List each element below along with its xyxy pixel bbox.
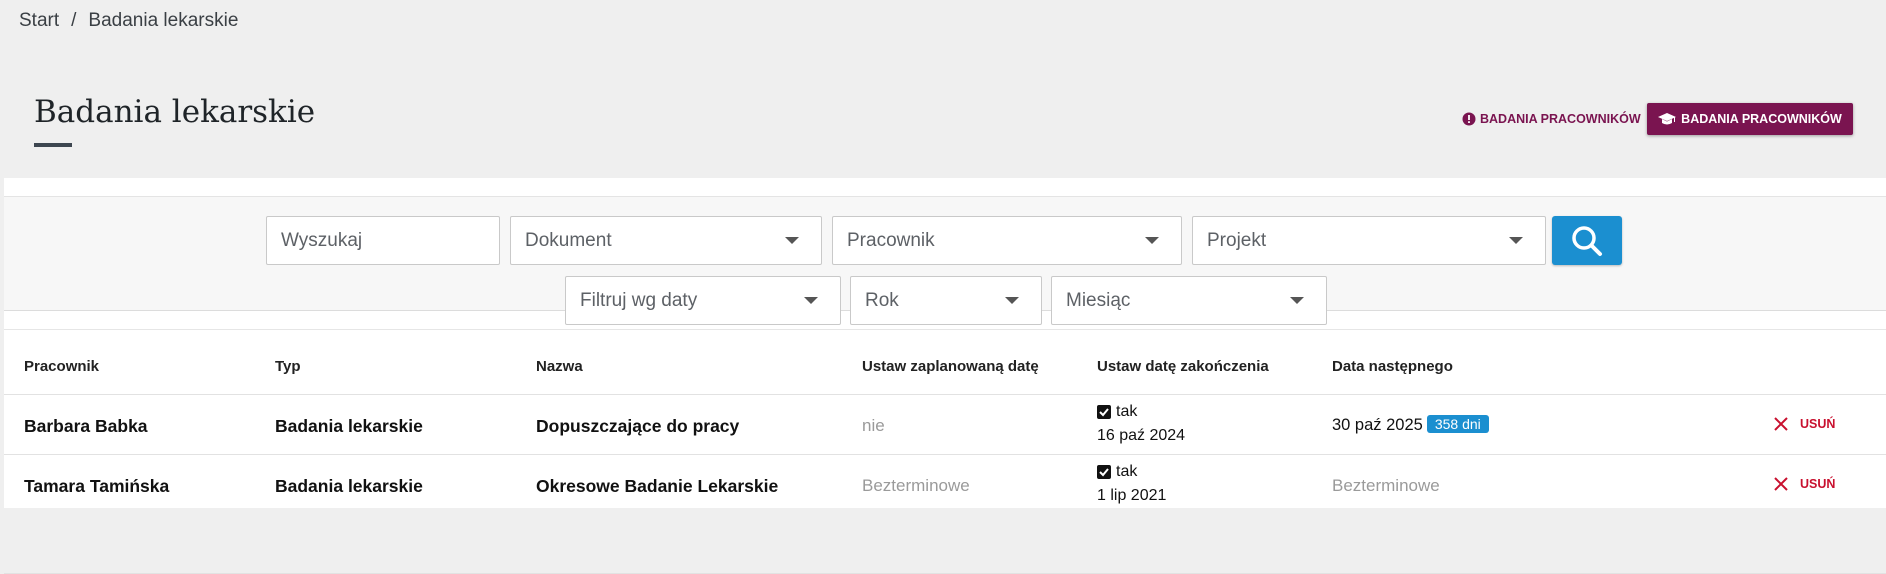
delete-button[interactable]: USUŃ <box>1774 477 1835 491</box>
row-name: Okresowe Badanie Lekarskie <box>536 476 779 496</box>
row-planned[interactable]: Bezterminowe <box>862 476 970 496</box>
page-title: Badania lekarskie <box>34 94 316 130</box>
chevron-down-icon <box>1145 237 1159 244</box>
breadcrumb: Start / Badania lekarskie <box>19 10 238 32</box>
exclamation-circle-icon <box>1462 112 1476 126</box>
row-type: Badania lekarskie <box>275 416 423 436</box>
employee-exams-link-label: BADANIA PRACOWNIKÓW <box>1480 112 1641 126</box>
divider <box>4 329 1886 330</box>
content-panel: Wyszukaj Dokument Pracownik Projekt Filt… <box>4 178 1886 574</box>
employee-exams-link[interactable]: BADANIA PRACOWNIKÓW <box>1462 112 1641 126</box>
chevron-down-icon <box>1509 237 1523 244</box>
employee-select[interactable]: Pracownik <box>832 216 1182 265</box>
row-next: Bezterminowe <box>1332 476 1440 495</box>
search-input[interactable]: Wyszukaj <box>266 216 500 265</box>
month-select[interactable]: Miesiąc <box>1051 276 1327 325</box>
date-filter-select[interactable]: Filtruj wg daty <box>565 276 841 325</box>
breadcrumb-current: Badania lekarskie <box>88 10 239 31</box>
chevron-down-icon <box>804 297 818 304</box>
employee-select-value: Pracownik <box>847 229 935 251</box>
row-completed-date: 16 paź 2024 <box>1097 427 1186 444</box>
days-badge: 358 dni <box>1426 415 1489 433</box>
employee-exams-button[interactable]: BADANIA PRACOWNIKÓW <box>1647 103 1853 135</box>
delete-button[interactable]: USUŃ <box>1774 417 1835 431</box>
row-planned[interactable]: nie <box>862 416 885 436</box>
header-planned[interactable]: Ustaw zaplanowaną datę <box>862 358 1039 375</box>
search-icon <box>1572 225 1602 256</box>
employee-exams-button-label: BADANIA PRACOWNIKÓW <box>1681 112 1842 126</box>
row-employee: Tamara Tamińska <box>24 476 170 496</box>
header-name[interactable]: Nazwa <box>536 358 583 375</box>
checkbox-checked-icon <box>1097 465 1111 479</box>
checkbox-checked-icon <box>1097 405 1111 419</box>
filter-bar: Wyszukaj Dokument Pracownik Projekt Filt… <box>4 196 1886 325</box>
delete-button-label: USUŃ <box>1800 417 1836 431</box>
header-type[interactable]: Typ <box>275 358 301 375</box>
row-employee: Barbara Babka <box>24 416 148 436</box>
search-button[interactable] <box>1552 216 1622 265</box>
breadcrumb-home[interactable]: Start <box>19 10 59 31</box>
header-next[interactable]: Data następnego <box>1332 358 1453 375</box>
project-select[interactable]: Projekt <box>1192 216 1546 265</box>
chevron-down-icon <box>1290 297 1304 304</box>
document-select[interactable]: Dokument <box>510 216 822 265</box>
row-completed-date: 1 lip 2021 <box>1097 487 1167 504</box>
year-select-value: Rok <box>865 289 899 311</box>
chevron-down-icon <box>1005 297 1019 304</box>
date-filter-select-value: Filtruj wg daty <box>580 289 698 311</box>
breadcrumb-separator: / <box>71 10 77 31</box>
close-icon <box>1774 477 1788 491</box>
row-next: 30 paź 2025 358 dni <box>1332 415 1489 435</box>
month-select-value: Miesiąc <box>1066 289 1131 311</box>
close-icon <box>1774 417 1788 431</box>
header-divider-line <box>4 394 1886 395</box>
delete-button-label: USUŃ <box>1800 477 1836 491</box>
row-name: Dopuszczające do pracy <box>536 416 740 436</box>
title-underline <box>34 143 72 147</box>
row-completed-flag: tak <box>1116 463 1138 480</box>
graduation-cap-icon <box>1658 112 1677 124</box>
year-select[interactable]: Rok <box>850 276 1042 325</box>
row-completed[interactable]: tak 16 paź 2024 <box>1097 403 1185 445</box>
row-next-date: 30 paź 2025 <box>1332 416 1423 434</box>
header-completed[interactable]: Ustaw datę zakończenia <box>1097 358 1269 375</box>
chevron-down-icon <box>785 237 799 244</box>
row-completed[interactable]: tak 1 lip 2021 <box>1097 463 1166 505</box>
search-placeholder: Wyszukaj <box>281 229 363 251</box>
row-divider <box>4 454 1886 455</box>
header-employee[interactable]: Pracownik <box>24 358 99 375</box>
row-completed-flag: tak <box>1116 403 1138 420</box>
document-select-value: Dokument <box>525 229 612 251</box>
project-select-value: Projekt <box>1207 229 1267 251</box>
row-type: Badania lekarskie <box>275 476 423 496</box>
